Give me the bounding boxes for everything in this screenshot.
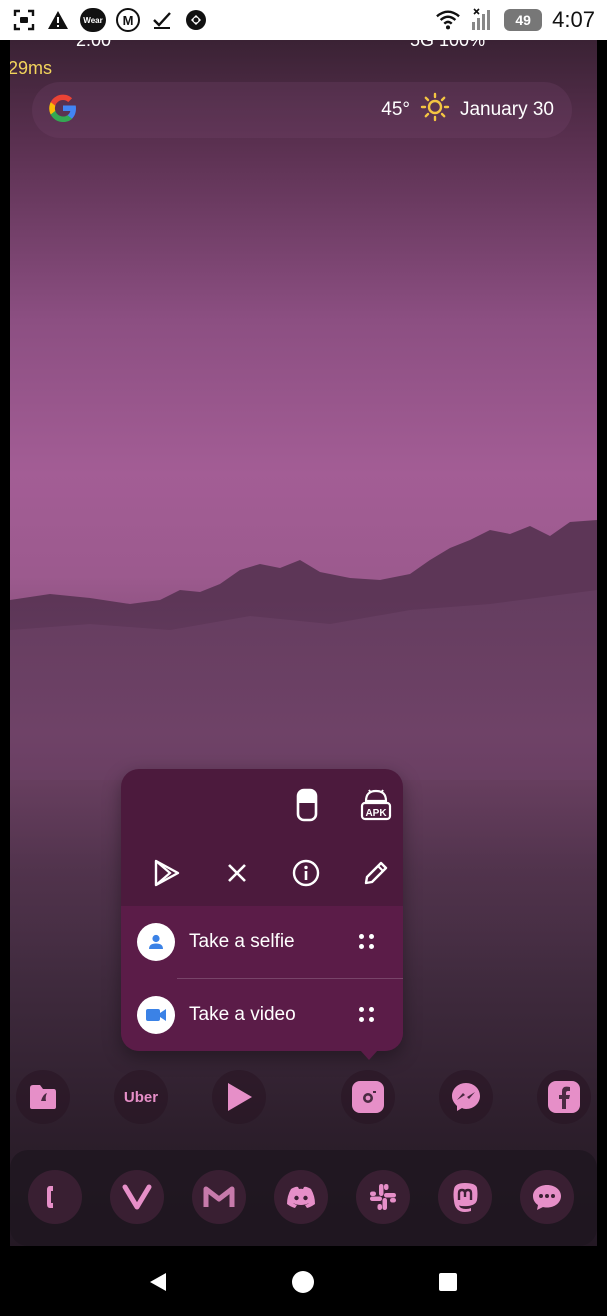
frame-left-border [0,40,10,1316]
facebook-icon [548,1081,580,1113]
phone-icon[interactable] [28,1170,82,1224]
app-shortcut-popup: APK Take a selfie Take a video [121,769,403,1051]
gmail-icon[interactable] [192,1170,246,1224]
popup-actions-row [121,845,403,905]
recents-icon[interactable] [436,1270,460,1294]
wear-icon: Wear [80,8,106,32]
discord-icon[interactable] [274,1170,328,1224]
inner-network-type: 5G [410,40,435,50]
camera-app-icon[interactable] [341,1070,395,1124]
navigation-bar [10,1246,597,1316]
popup-pointer [360,1050,378,1060]
files-app-icon[interactable] [16,1070,70,1124]
person-icon [137,923,175,961]
check-icon [150,8,174,32]
apk-label: APK [365,808,387,819]
camera-icon [352,1081,384,1113]
edit-icon[interactable] [354,851,398,895]
dock [10,1150,597,1246]
battery-icon: 49 [504,9,543,31]
info-icon[interactable] [284,851,328,895]
home-app-row: Uber [10,1070,597,1124]
frame-time-counter: 29ms [10,58,53,78]
screenshot-icon [12,8,36,32]
host-status-right: 49 4:07 [436,7,595,33]
split-screen-icon[interactable] [285,783,329,827]
vivaldi-icon[interactable] [110,1170,164,1224]
weather-date[interactable]: 45° January 30 [381,92,554,128]
inner-status-bar: 2:00 5G 100% [10,40,597,50]
drag-handle-icon[interactable] [357,932,377,952]
drag-handle-icon[interactable] [357,1005,377,1025]
signal-icon [470,8,494,32]
sun-icon [420,92,450,128]
inner-clock: 2:00 [76,40,112,50]
home-screen: 2:00 5G 100% 29ms 45° January 30 APK Tak… [10,40,597,1316]
shortcut-take-selfie[interactable]: Take a selfie [121,906,403,978]
close-icon[interactable] [215,851,259,895]
wifi-icon [436,8,461,32]
m-icon: M [116,8,140,32]
host-status-left: Wear M [12,8,208,32]
popup-shortcuts-list: Take a selfie Take a video [121,906,403,1051]
alert-icon [46,8,70,32]
slack-icon[interactable] [356,1170,410,1224]
back-icon[interactable] [146,1270,170,1294]
app-icon [184,8,208,32]
apk-icon[interactable]: APK [354,783,398,827]
messenger-app-icon[interactable] [439,1070,493,1124]
home-icon[interactable] [291,1270,315,1294]
popup-top-row: APK [121,781,403,841]
google-logo[interactable] [46,91,80,130]
messages-icon[interactable] [520,1170,574,1224]
inner-battery: 100% [439,40,486,50]
host-clock: 4:07 [552,7,595,32]
at-a-glance-bar[interactable]: 45° January 30 [32,82,572,138]
inner-network: 5G 100% [410,40,485,51]
host-status-bar: Wear M 49 4:07 [0,0,607,40]
shortcut-label: Take a selfie [189,931,295,952]
uber-label: Uber [123,1088,159,1106]
play-store-icon[interactable] [145,851,189,895]
mastodon-icon[interactable] [438,1170,492,1224]
facebook-app-icon[interactable] [537,1070,591,1124]
frame-right-border [597,40,607,1316]
video-camera-icon [137,996,175,1034]
date-label: January 30 [459,99,554,120]
shortcut-label: Take a video [189,1004,296,1025]
play-store-app-icon[interactable] [212,1070,266,1124]
temperature: 45° [381,99,410,120]
uber-app-icon[interactable]: Uber [114,1070,168,1124]
shortcut-take-video[interactable]: Take a video [121,979,403,1051]
